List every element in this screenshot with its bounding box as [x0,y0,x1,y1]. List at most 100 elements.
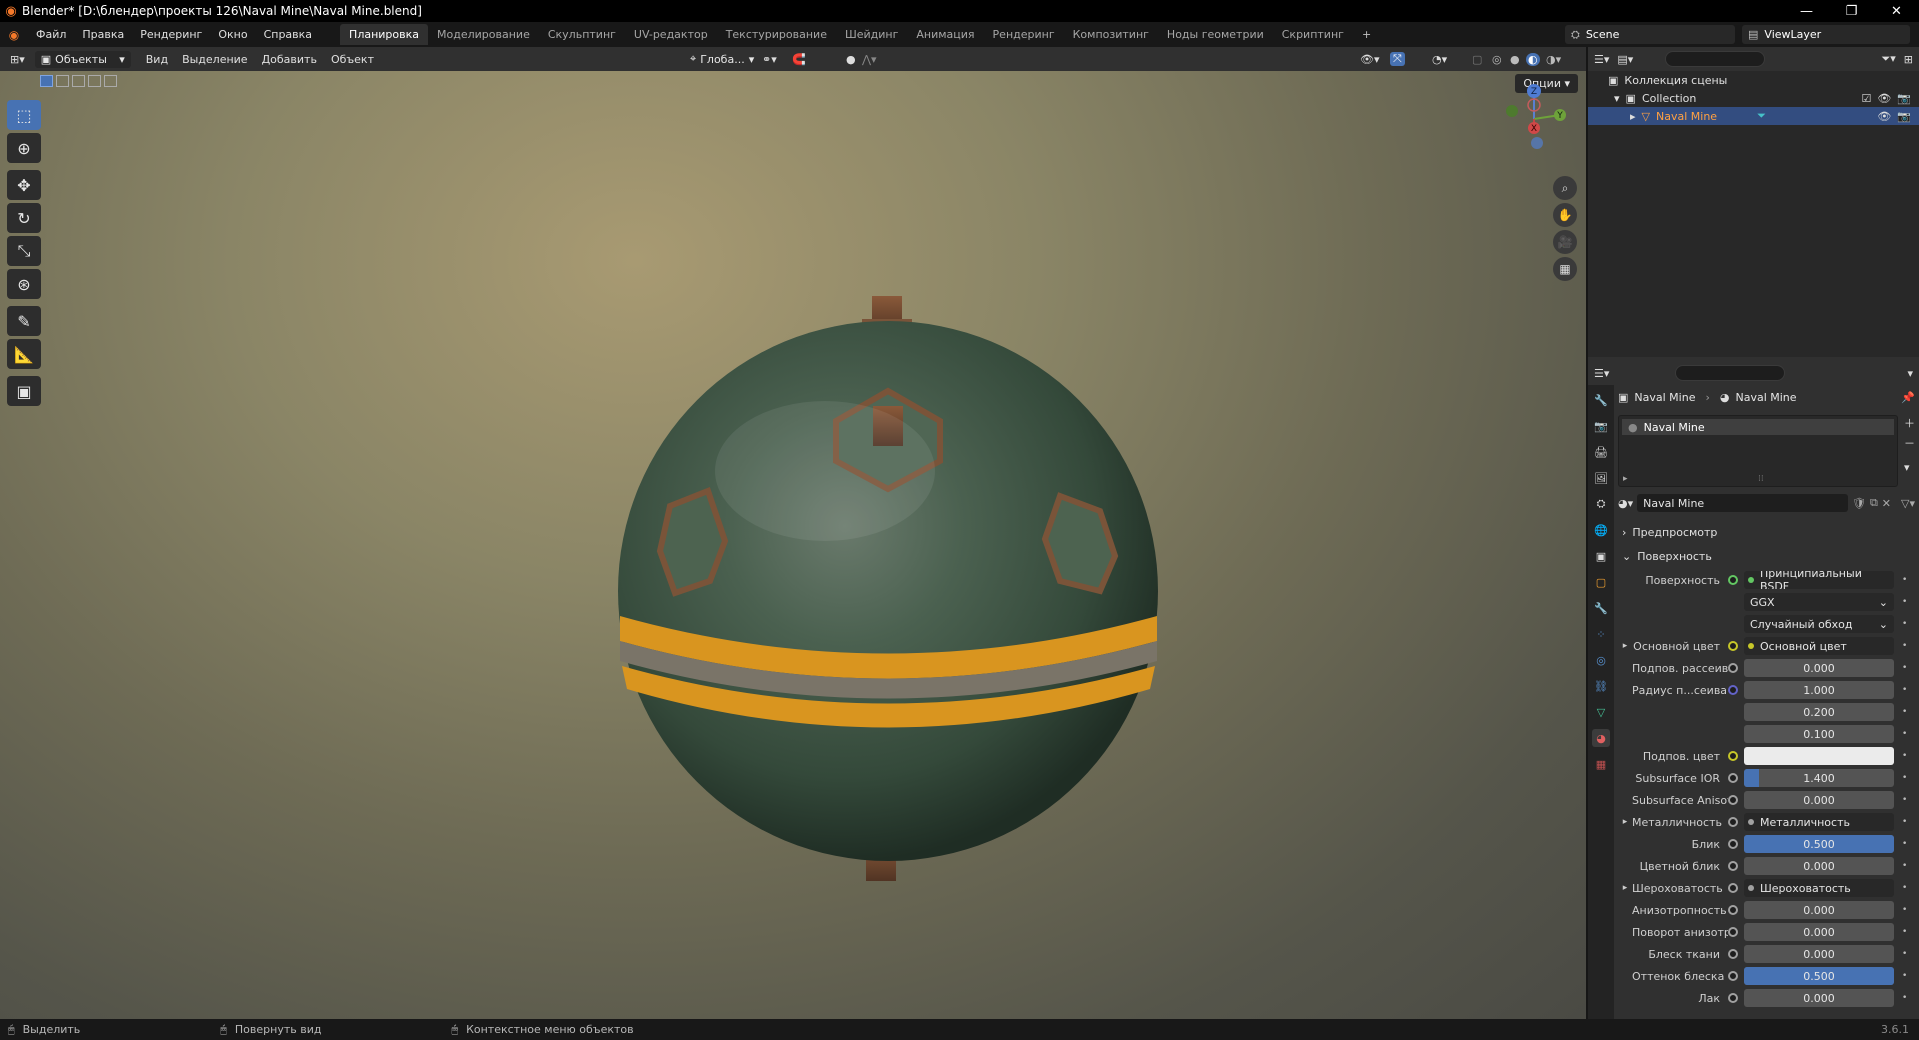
socket-icon[interactable] [1728,861,1738,871]
particles-tab-icon[interactable]: ⁘ [1592,625,1610,643]
tab-layout[interactable]: Планировка [340,24,429,45]
menu-file[interactable]: Файл [28,28,74,41]
chevron-down-icon[interactable]: ▾ [1907,367,1913,380]
properties-search-input[interactable] [1675,365,1786,381]
numeric-slider-field[interactable]: 0.100 [1744,725,1894,743]
socket-icon[interactable] [1728,949,1738,959]
numeric-slider-field[interactable]: 0.000 [1744,659,1894,677]
camera-view-button[interactable]: 🎥 [1553,230,1577,254]
linked-node-field[interactable]: Металличность [1744,813,1894,831]
remove-slot-button[interactable]: － [1904,435,1915,451]
material-name-field[interactable]: Naval Mine [1637,494,1848,512]
expand-socket-icon[interactable]: ▸ [1618,817,1632,827]
keyframe-dot-icon[interactable]: • [1902,795,1907,805]
surface-panel-header[interactable]: ⌄ Поверхность [1618,545,1915,567]
tab-texture-paint[interactable]: Текстурирование [717,24,836,45]
select-subtract-icon[interactable] [72,75,85,87]
minimize-button[interactable]: — [1784,0,1829,22]
editor-type-icon[interactable]: ☰▾ [1594,53,1609,66]
tab-rendering[interactable]: Рендеринг [984,24,1064,45]
tool-tab-icon[interactable]: 🔧 [1592,391,1610,409]
falloff-icon[interactable]: ⋀▾ [862,53,877,66]
keyframe-dot-icon[interactable]: • [1902,817,1907,827]
editor-type-icon[interactable]: ☰▾ [1594,367,1609,380]
outliner-search-input[interactable] [1665,51,1766,67]
socket-icon[interactable] [1728,905,1738,915]
scene-tab-icon[interactable]: ⛭ [1592,495,1610,513]
numeric-slider-field[interactable]: 0.000 [1744,791,1894,809]
select-new-icon[interactable] [40,75,53,87]
preview-panel-header[interactable]: › Предпросмотр [1618,521,1915,543]
numeric-slider-field[interactable]: 1.000 [1744,681,1894,699]
numeric-slider-field[interactable]: 0.200 [1744,703,1894,721]
pin-icon[interactable]: 📌 [1901,391,1915,404]
3d-viewport[interactable]: Опции ▾ ⬚ ⊕ ✥ ↻ ⤡ ⊛ ✎ 📐 ▣ Z Y X ⌕ ✋ 🎥 ▦ [0,71,1586,1019]
keyframe-dot-icon[interactable]: • [1902,839,1907,849]
keyframe-dot-icon[interactable]: • [1902,663,1907,673]
keyframe-dot-icon[interactable]: • [1902,883,1907,893]
keyframe-dot-icon[interactable]: • [1902,641,1907,651]
keyframe-dot-icon[interactable]: • [1902,751,1907,761]
output-tab-icon[interactable]: 🖨 [1592,443,1610,461]
socket-icon[interactable] [1728,839,1738,849]
select-intersect-icon[interactable] [104,75,117,87]
chevron-down-icon[interactable]: ▾ [1614,92,1620,105]
select-box-tool[interactable]: ⬚ [7,100,41,130]
shading-solid-icon[interactable]: ● [1510,53,1520,66]
linked-node-field[interactable]: Принципиальный BSDF [1744,571,1894,589]
gizmo-toggle-icon[interactable]: ⤧ [1390,52,1405,66]
dropdown-field[interactable]: GGX ⌄ [1744,593,1894,611]
duplicate-material-icon[interactable]: ⧉ [1870,496,1878,510]
tab-scripting[interactable]: Скриптинг [1273,24,1353,45]
socket-icon[interactable] [1728,971,1738,981]
fake-user-icon[interactable]: 🛡 [1852,497,1866,510]
constraints-tab-icon[interactable]: ⛓ [1592,677,1610,695]
zoom-view-button[interactable]: ⌕ [1553,176,1577,200]
scene-selector[interactable]: ⛭ Scene [1565,25,1735,44]
camera-icon[interactable]: 📷 [1897,110,1911,123]
menu-view[interactable]: Вид [139,53,175,66]
slot-specials-button[interactable]: ▾ [1904,461,1915,474]
dropdown-field[interactable]: Случайный обход ⌄ [1744,615,1894,633]
menu-render[interactable]: Рендеринг [132,28,210,41]
tab-animation[interactable]: Анимация [907,24,983,45]
xray-icon[interactable]: ▢ [1472,53,1482,66]
menu-select[interactable]: Выделение [175,53,255,66]
socket-icon[interactable] [1728,641,1738,651]
keyframe-dot-icon[interactable]: • [1902,949,1907,959]
data-tab-icon[interactable]: ▽ [1592,703,1610,721]
numeric-slider-field[interactable]: 0.000 [1744,945,1894,963]
transform-orientation-dropdown[interactable]: ⌖ Глоба... ▾ [684,50,760,68]
browse-material-icon[interactable]: ◕▾ [1618,497,1633,510]
menu-object[interactable]: Объект [324,53,381,66]
keyframe-dot-icon[interactable]: • [1902,905,1907,915]
socket-icon[interactable] [1728,883,1738,893]
view-layer-selector[interactable]: ▤ ViewLayer [1742,25,1910,44]
keyframe-dot-icon[interactable]: • [1902,971,1907,981]
menu-window[interactable]: Окно [210,28,255,41]
maximize-button[interactable]: ❐ [1829,0,1874,22]
outliner-row-collection[interactable]: ▾ ▣ Collection ☑ 👁 📷 [1588,89,1919,107]
checkbox-icon[interactable]: ☑ [1861,92,1871,105]
socket-icon[interactable] [1728,817,1738,827]
add-slot-button[interactable]: ＋ [1904,415,1915,431]
numeric-slider-field[interactable]: 0.500 [1744,967,1894,985]
menu-edit[interactable]: Правка [74,28,132,41]
material-slot[interactable]: ● Naval Mine [1622,419,1894,435]
numeric-slider-field[interactable]: 0.000 [1744,857,1894,875]
shading-rendered-icon[interactable]: ◑▾ [1546,53,1561,66]
move-tool[interactable]: ✥ [7,170,41,200]
annotate-tool[interactable]: ✎ [7,306,41,336]
render-tab-icon[interactable]: 📷 [1592,417,1610,435]
mode-dropdown[interactable]: ▣ Объекты ▾ [34,50,131,68]
gizmo-neg-y-circle[interactable] [1506,105,1518,117]
tab-uv-editing[interactable]: UV-редактор [625,24,717,45]
filter-icon[interactable]: ⏷▾ [1881,52,1895,66]
cursor-tool[interactable]: ⊕ [7,133,41,163]
numeric-slider-field[interactable]: 0.000 [1744,989,1894,1007]
transform-tool[interactable]: ⊛ [7,269,41,299]
material-tab-icon[interactable]: ◕ [1592,729,1610,747]
texture-tab-icon[interactable]: ▦ [1592,755,1610,773]
pivot-icon[interactable]: ⚭▾ [762,53,777,66]
tab-shading[interactable]: Шейдинг [836,24,907,45]
